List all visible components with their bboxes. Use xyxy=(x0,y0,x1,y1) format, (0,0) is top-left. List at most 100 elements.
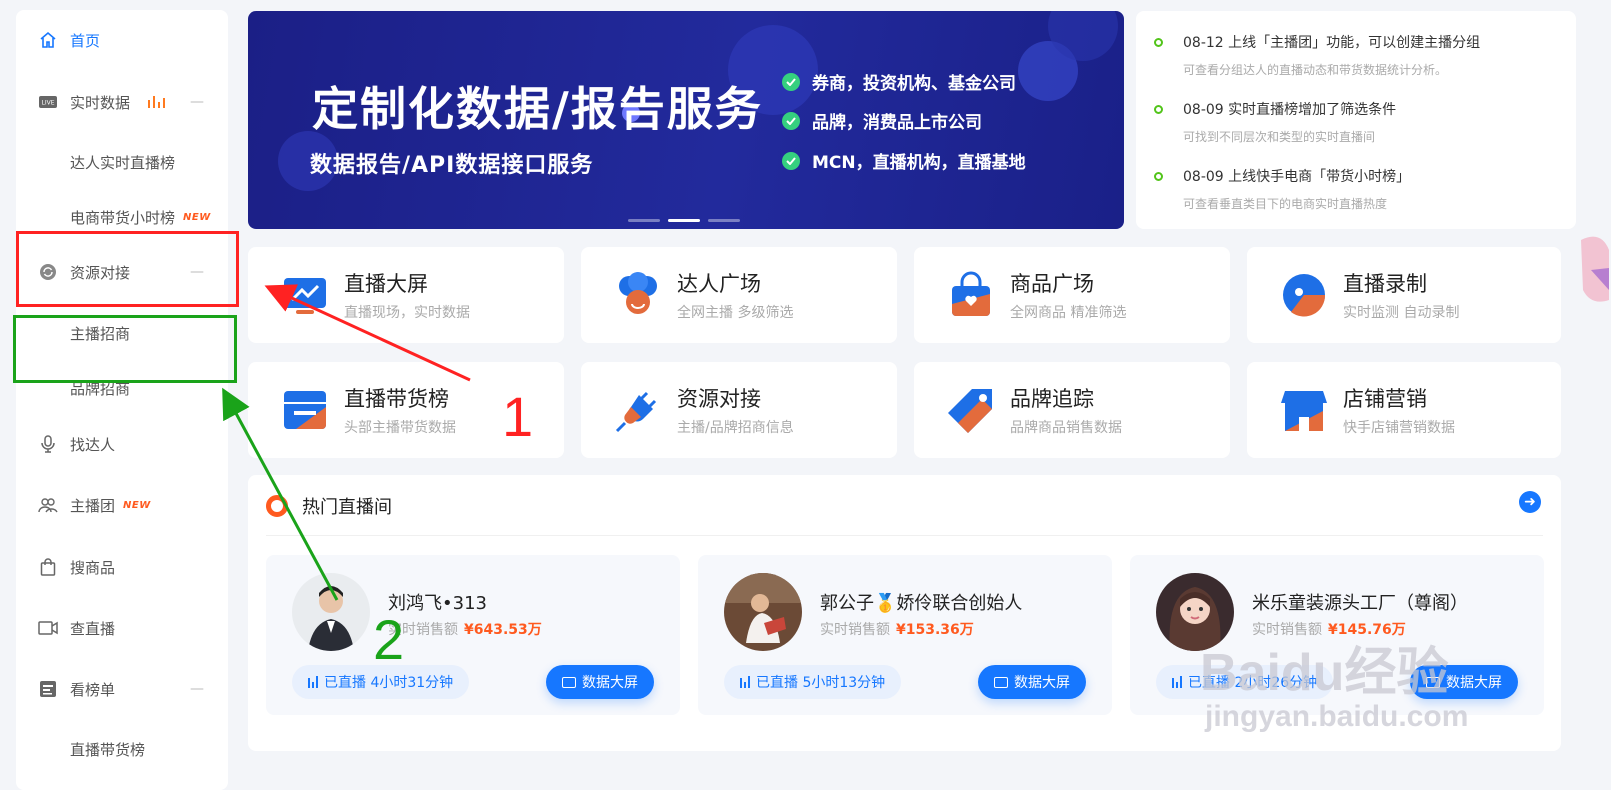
check-icon xyxy=(782,72,800,91)
feature-card-resource[interactable]: 资源对接 主播/品牌招商信息 xyxy=(581,362,897,458)
check-icon xyxy=(782,151,800,170)
live-duration: 已直播 4小时31分钟 xyxy=(292,665,470,699)
sidebar-item-label: 直播带货榜 xyxy=(70,740,146,759)
sidebar-item-label: 找达人 xyxy=(70,435,116,454)
data-screen-button[interactable]: 数据大屏 xyxy=(978,665,1086,699)
video-icon xyxy=(38,618,58,638)
bar-chart-icon xyxy=(1172,676,1182,688)
live-icon: LIVE xyxy=(38,92,58,112)
avatar xyxy=(292,573,370,651)
sidebar-item-live-ranking[interactable]: 达人实时直播榜 xyxy=(16,142,228,182)
live-room-card[interactable]: 米乐童装源头工厂（尊阁） 实时销售额 ¥145.76万 已直播 2小时26分钟 数… xyxy=(1130,555,1544,715)
live-room-card[interactable]: 郭公子🥇娇伶联合创始人 实时销售额 ¥153.36万 已直播 5小时13分钟 数据… xyxy=(698,555,1112,715)
data-screen-button[interactable]: 数据大屏 xyxy=(1410,665,1518,699)
carousel-indicator xyxy=(628,219,740,222)
feature-card-product-square[interactable]: 商品广场 全网商品 精准筛选 xyxy=(914,247,1230,343)
news-title: 08-09 实时直播榜增加了筛选条件 xyxy=(1183,102,1397,118)
sales-value: ¥643.53万 xyxy=(464,622,542,638)
news-desc: 可找到不同层次和类型的实时直播间 xyxy=(1183,130,1376,144)
live-duration: 已直播 5小时13分钟 xyxy=(724,665,902,699)
feature-card-live-record[interactable]: 直播录制 实时监测 自动录制 xyxy=(1247,247,1561,343)
section-header: 热门直播间 xyxy=(266,493,392,519)
store-icon xyxy=(1281,391,1327,431)
news-desc: 可查看垂直类目下的电商实时直播热度 xyxy=(1183,197,1388,211)
sidebar-item-label: 搜商品 xyxy=(70,558,116,577)
room-name: 刘鸿飞•313 xyxy=(388,593,487,614)
sidebar-item-realtime[interactable]: LIVE 实时数据 — xyxy=(16,82,228,122)
bar-chart-icon xyxy=(740,676,750,688)
sidebar-item-anchor-invite[interactable]: 主播招商 xyxy=(16,313,228,353)
sidebar-item-search-goods[interactable]: 搜商品 xyxy=(16,547,228,587)
check-icon xyxy=(782,111,800,130)
live-room-card[interactable]: 刘鸿飞•313 实时销售额 ¥643.53万 已直播 4小时31分钟 数据大屏 xyxy=(266,555,680,715)
button-label: 数据大屏 xyxy=(1014,675,1070,691)
duration-value: 2小时26分钟 xyxy=(1234,675,1318,691)
carousel-dot[interactable] xyxy=(628,219,660,222)
sidebar-item-check-live[interactable]: 查直播 xyxy=(16,608,228,648)
new-badge: NEW xyxy=(183,211,211,223)
microphone-icon xyxy=(38,434,58,454)
news-desc: 可查看分组达人的直播动态和带货数据统计分析。 xyxy=(1183,63,1448,77)
bag-icon xyxy=(38,557,58,577)
monitor-icon xyxy=(562,676,576,688)
feature-card-influencer-square[interactable]: 达人广场全网主播 多级筛选 xyxy=(581,247,897,343)
live-label: 已直播 xyxy=(324,675,366,691)
sidebar: 首页 LIVE 实时数据 — 达人实时直播榜 电商带货小时榜 NEW 资源对接 … xyxy=(16,10,228,790)
feature-title: 品牌追踪 xyxy=(1010,387,1094,411)
collapse-toggle[interactable]: — xyxy=(190,94,204,110)
sidebar-item-sales-ranking[interactable]: 直播带货榜 xyxy=(16,729,228,769)
feature-title: 直播录制 xyxy=(1343,272,1427,296)
section-title: 热门直播间 xyxy=(302,497,392,518)
news-item[interactable]: 08-09 实时直播榜增加了筛选条件 可找到不同层次和类型的实时直播间 xyxy=(1154,99,1574,145)
group-icon xyxy=(38,495,58,515)
feature-desc: 主播/品牌招商信息 xyxy=(677,420,794,436)
feature-title: 店铺营销 xyxy=(1343,387,1427,411)
live-label: 已直播 xyxy=(756,675,798,691)
sidebar-item-label: 首页 xyxy=(70,31,101,50)
sidebar-item-brand-invite[interactable]: 品牌招商 xyxy=(16,368,228,408)
sales-label: 实时销售额 xyxy=(388,622,458,638)
news-item[interactable]: 08-09 上线快手电商「带货小时榜」 可查看垂直类目下的电商实时直播热度 xyxy=(1154,166,1574,212)
feature-card-brand-tracking[interactable]: 品牌追踪 品牌商品销售数据 xyxy=(914,362,1230,458)
carousel-dot[interactable] xyxy=(668,219,700,222)
carousel-dot[interactable] xyxy=(708,219,740,222)
list-icon xyxy=(38,679,58,699)
feature-card-store-marketing[interactable]: 店铺营销 快手店铺营销数据 xyxy=(1247,362,1561,458)
data-screen-button[interactable]: 数据大屏 xyxy=(546,665,654,699)
feature-card-sales-ranking[interactable]: 直播带货榜 头部主播带货数据 xyxy=(248,362,564,458)
sidebar-item-hourly-ranking[interactable]: 电商带货小时榜 NEW xyxy=(16,197,228,237)
banner-point-text: MCN，直播机构，直播基地 xyxy=(812,153,1026,173)
feature-desc: 头部主播带货数据 xyxy=(344,420,456,436)
tag-icon xyxy=(948,389,992,433)
banner-point-text: 券商，投资机构、基金公司 xyxy=(812,74,1016,94)
home-icon xyxy=(38,30,58,50)
update-news: 08-12 上线「主播团」功能，可以创建主播分组 可查看分组达人的直播动态和带货… xyxy=(1136,11,1576,229)
sidebar-item-label: 主播团 xyxy=(70,496,116,515)
feature-desc: 全网主播 多级筛选 xyxy=(677,305,794,321)
sidebar-item-home[interactable]: 首页 xyxy=(16,20,228,60)
feature-title: 商品广场 xyxy=(1010,272,1094,296)
feature-card-live-screen[interactable]: 直播大屏 直播现场，实时数据 xyxy=(248,247,564,343)
collapse-toggle[interactable]: — xyxy=(190,681,204,697)
sidebar-item-resource[interactable]: 资源对接 — xyxy=(16,252,228,292)
sidebar-item-rankings[interactable]: 看榜单 — xyxy=(16,669,228,709)
sidebar-item-anchor-group[interactable]: 主播团 NEW xyxy=(16,485,228,525)
monitor-icon xyxy=(1426,676,1440,688)
influencer-icon xyxy=(619,272,657,314)
banner-point: 券商，投资机构、基金公司 xyxy=(782,69,1016,94)
duration-value: 5小时13分钟 xyxy=(802,675,886,691)
sidebar-item-find-influencer[interactable]: 找达人 xyxy=(16,424,228,464)
sales-label: 实时销售额 xyxy=(1252,622,1322,638)
collapse-toggle[interactable]: — xyxy=(190,264,204,280)
divider xyxy=(266,535,1543,536)
fire-icon xyxy=(266,495,288,517)
feature-title: 达人广场 xyxy=(677,272,761,296)
plug-icon xyxy=(615,391,657,433)
news-item[interactable]: 08-12 上线「主播团」功能，可以创建主播分组 可查看分组达人的直播动态和带货… xyxy=(1154,32,1574,78)
room-sales: 实时销售额 ¥153.36万 xyxy=(820,619,974,639)
mascot-illustration xyxy=(1581,236,1609,302)
promo-banner[interactable]: 定制化数据/报告服务 数据报告/API数据接口服务 券商，投资机构、基金公司 品… xyxy=(248,11,1124,229)
shopping-bag-icon xyxy=(952,271,990,316)
arrow-right-icon[interactable]: ➜ xyxy=(1519,491,1541,513)
button-label: 数据大屏 xyxy=(1446,675,1502,691)
